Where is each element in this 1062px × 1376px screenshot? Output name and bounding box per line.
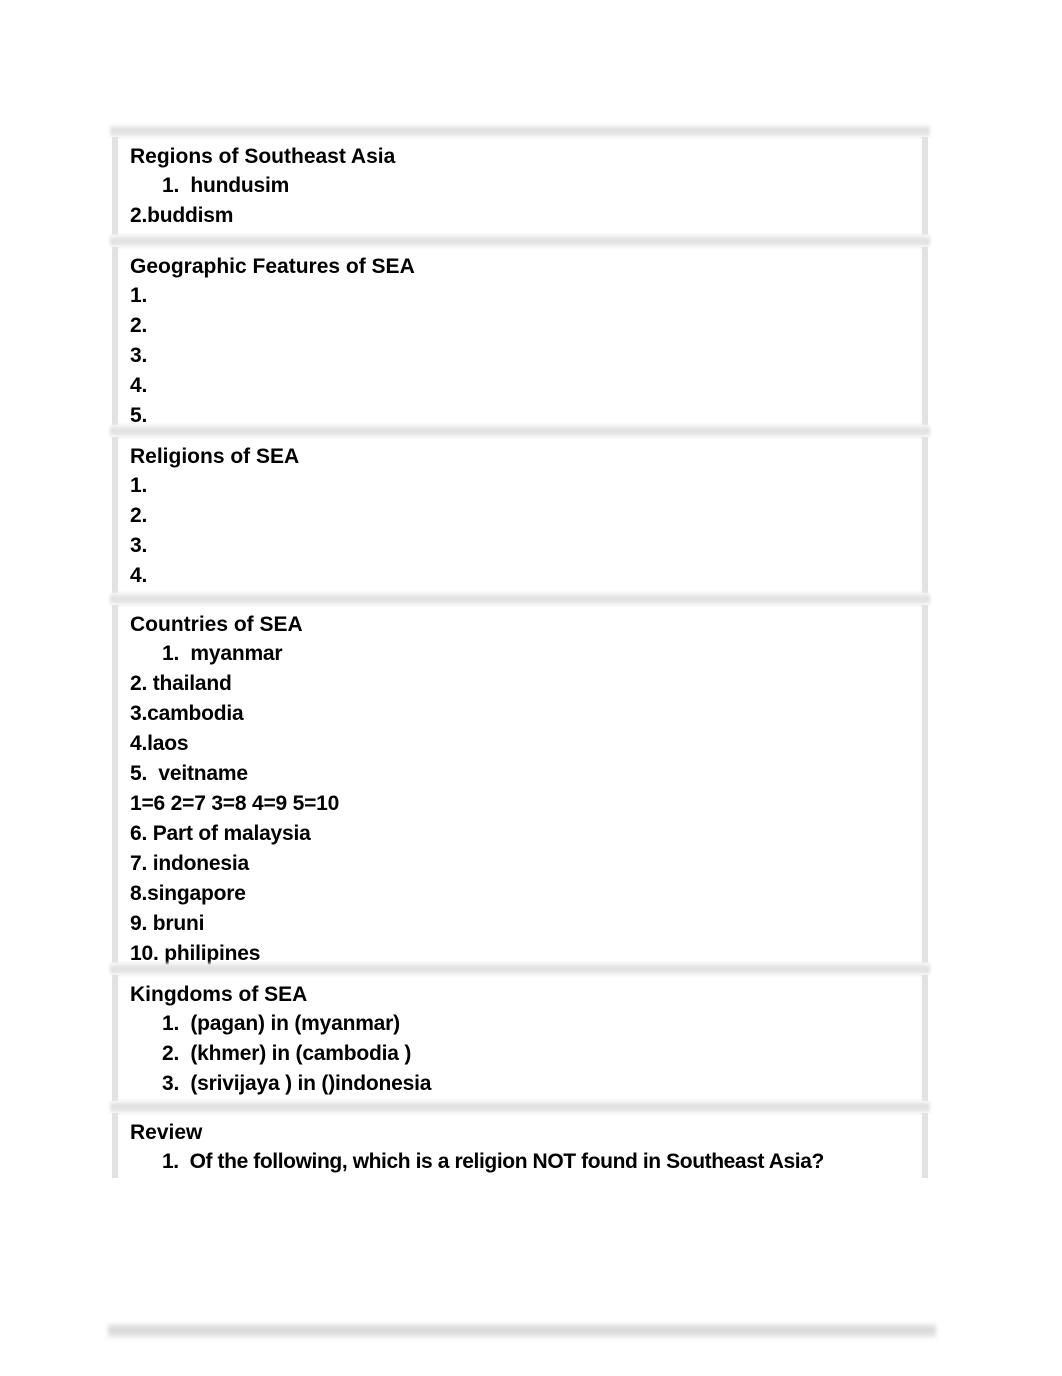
section-heading: Religions of SEA — [130, 445, 300, 468]
list-item: 1. hundusim — [162, 174, 290, 197]
document-page: Regions of Southeast Asia 1. hundusim 2.… — [0, 0, 1062, 1376]
list-item: 5. veitname — [130, 762, 248, 785]
table-bottom-border — [108, 1324, 936, 1338]
section-countries: Countries of SEA 1. myanmar 2. thailand … — [112, 605, 928, 965]
blank-area — [100, 1178, 950, 1324]
list-item: 8.singapore — [130, 882, 246, 905]
list-item: 3. (srivijaya ) in ()indonesia — [162, 1072, 432, 1095]
list-item: 2.buddism — [130, 204, 234, 227]
list-item: 1. myanmar — [162, 642, 283, 665]
table-border — [110, 593, 930, 605]
list-item: 2. thailand — [130, 672, 232, 695]
section-heading: Countries of SEA — [130, 613, 303, 636]
list-item: 4. — [130, 374, 148, 397]
list-item: 1. (pagan) in (myanmar) — [162, 1012, 400, 1035]
table-border — [110, 235, 930, 247]
section-kingdoms: Kingdoms of SEA 1. (pagan) in (myanmar) … — [112, 975, 928, 1101]
list-item: 3. — [130, 534, 148, 557]
table-border — [110, 425, 930, 437]
list-item: 2. — [130, 504, 148, 527]
section-heading: Regions of Southeast Asia — [130, 145, 396, 168]
worksheet-table: Regions of Southeast Asia 1. hundusim 2.… — [110, 125, 930, 1183]
table-border — [110, 1101, 930, 1113]
section-heading: Kingdoms of SEA — [130, 983, 308, 1006]
section-religions: Religions of SEA 1. 2. 3. 4. — [112, 437, 928, 593]
list-item: 1. — [130, 284, 148, 307]
list-item: 1=6 2=7 3=8 4=9 5=10 — [130, 792, 340, 815]
section-review: Review 1. Of the following, which is a r… — [112, 1113, 928, 1183]
list-item: 3.cambodia — [130, 702, 244, 725]
list-item: 3. — [130, 344, 148, 367]
list-item: 7. indonesia — [130, 852, 249, 875]
list-item: 4.laos — [130, 732, 189, 755]
section-geographic-features: Geographic Features of SEA 1. 2. 3. 4. 5… — [112, 247, 928, 427]
list-item: 9. bruni — [130, 912, 205, 935]
list-item: 4. — [130, 564, 148, 587]
review-question: 1. Of the following, which is a religion… — [162, 1150, 824, 1173]
table-border — [110, 963, 930, 975]
section-heading: Review — [130, 1121, 203, 1144]
list-item: 6. Part of malaysia — [130, 822, 311, 845]
section-regions: Regions of Southeast Asia 1. hundusim 2.… — [112, 137, 928, 235]
list-item: 2. (khmer) in (cambodia ) — [162, 1042, 412, 1065]
list-item: 2. — [130, 314, 148, 337]
table-border — [110, 125, 930, 137]
list-item: 1. — [130, 474, 148, 497]
section-heading: Geographic Features of SEA — [130, 255, 415, 278]
